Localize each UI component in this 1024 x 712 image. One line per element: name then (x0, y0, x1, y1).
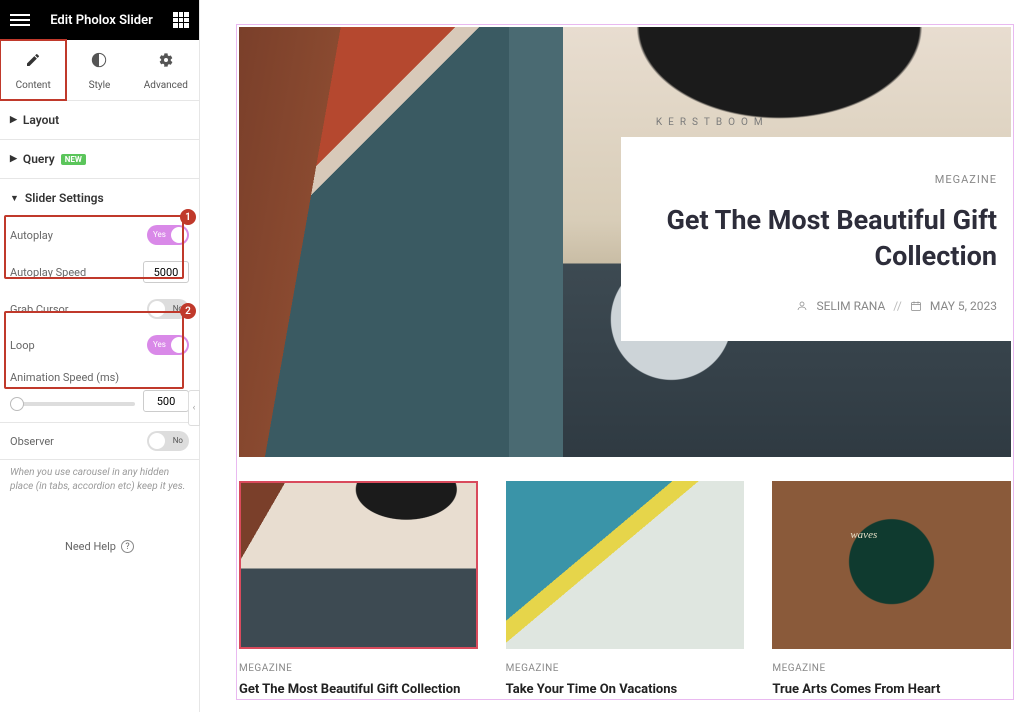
hero-content-card: MEGAZINE Get The Most Beautiful Gift Col… (621, 137, 1011, 341)
control-autoplay: Autoplay Yes (0, 217, 199, 253)
tab-content-label: Content (16, 80, 51, 91)
observer-help-text: When you use carousel in any hidden plac… (0, 460, 199, 500)
autoplay-toggle[interactable]: Yes (147, 225, 189, 245)
question-icon: ? (121, 540, 134, 553)
panel-query-head[interactable]: ▶ Query NEW (0, 140, 199, 178)
control-observer: Observer No (0, 423, 199, 460)
author-icon (796, 300, 808, 312)
collapse-sidebar-button[interactable]: ‹ (188, 390, 200, 426)
panel-slider-settings-label: Slider Settings (25, 191, 104, 205)
slider-thumb[interactable] (10, 397, 24, 411)
thumbnail-item[interactable]: MEGAZINE True Arts Comes From Heart (772, 481, 1011, 697)
thumbnail-category: MEGAZINE (772, 663, 1011, 674)
need-help-link[interactable]: Need Help ? (0, 500, 199, 593)
panel-layout-head[interactable]: ▶ Layout (0, 101, 199, 139)
tab-advanced-label: Advanced (144, 80, 188, 91)
grab-cursor-label: Grab Cursor (10, 303, 147, 316)
calendar-icon (910, 300, 922, 312)
thumbnail-image (239, 481, 478, 649)
preview-canvas: MEGAZINE Get The Most Beautiful Gift Col… (200, 0, 1024, 712)
panel-layout-label: Layout (23, 113, 59, 127)
pencil-icon (25, 52, 41, 68)
thumbnail-title: Get The Most Beautiful Gift Collection (239, 682, 478, 697)
thumbnail-item[interactable]: MEGAZINE Take Your Time On Vacations (506, 481, 745, 697)
editor-tabs: Content Style Advanced (0, 40, 199, 101)
menu-icon[interactable] (10, 14, 30, 26)
tab-advanced[interactable]: Advanced (133, 40, 199, 100)
caret-down-icon: ▼ (10, 193, 19, 204)
editor-sidebar: Edit Pholox Slider Content Style Advance… (0, 0, 200, 712)
caret-right-icon: ▶ (10, 115, 17, 125)
hero-author[interactable]: SELIM RANA (816, 299, 885, 313)
panel-query-label: Query (23, 152, 55, 166)
need-help-label: Need Help (65, 540, 116, 553)
loop-label: Loop (10, 339, 147, 352)
animation-speed-slider[interactable] (10, 402, 135, 406)
hero-date[interactable]: MAY 5, 2023 (930, 299, 997, 313)
panel-slider-settings: ▼ Slider Settings Autoplay Yes Autoplay … (0, 179, 199, 423)
panel-slider-settings-head[interactable]: ▼ Slider Settings (0, 179, 199, 217)
autoplay-label: Autoplay (10, 229, 147, 242)
sidebar-header: Edit Pholox Slider (0, 0, 199, 40)
half-circle-icon (91, 52, 107, 68)
thumbnail-category: MEGAZINE (239, 663, 478, 674)
thumbnail-category: MEGAZINE (506, 663, 745, 674)
animation-speed-label: Animation Speed (ms) (10, 371, 189, 384)
control-grab-cursor: Grab Cursor No (0, 291, 199, 327)
thumbnail-title: Take Your Time On Vacations (506, 682, 745, 697)
widget-title: Edit Pholox Slider (30, 13, 173, 28)
gear-icon (158, 52, 174, 68)
meta-separator: // (893, 299, 902, 313)
thumbnail-row: MEGAZINE Get The Most Beautiful Gift Col… (239, 481, 1011, 697)
autoplay-speed-input[interactable] (143, 261, 189, 283)
hero-meta: SELIM RANA // MAY 5, 2023 (645, 299, 997, 313)
annotation-badge-1: 1 (180, 209, 196, 225)
apps-icon[interactable] (173, 12, 189, 28)
control-loop: Loop Yes (0, 327, 199, 363)
widget-frame[interactable]: MEGAZINE Get The Most Beautiful Gift Col… (236, 24, 1014, 700)
tab-style[interactable]: Style (66, 40, 132, 100)
animation-speed-slider-row (0, 386, 199, 422)
observer-toggle[interactable]: No (147, 431, 189, 451)
caret-right-icon: ▶ (10, 154, 17, 164)
tab-content[interactable]: Content (0, 40, 66, 100)
thumbnail-title: True Arts Comes From Heart (772, 682, 1011, 697)
tab-style-label: Style (89, 80, 111, 91)
hero-category[interactable]: MEGAZINE (645, 173, 997, 186)
thumbnail-image (772, 481, 1011, 649)
animation-speed-input[interactable] (143, 390, 189, 412)
observer-label: Observer (10, 435, 147, 448)
thumbnail-image (506, 481, 745, 649)
new-badge: NEW (61, 154, 86, 165)
annotation-badge-2: 2 (180, 303, 196, 319)
control-animation-speed: Animation Speed (ms) (0, 363, 199, 386)
autoplay-speed-label: Autoplay Speed (10, 266, 143, 279)
loop-toggle[interactable]: Yes (147, 335, 189, 355)
control-autoplay-speed: Autoplay Speed (0, 253, 199, 291)
panel-layout: ▶ Layout (0, 101, 199, 140)
thumbnail-item[interactable]: MEGAZINE Get The Most Beautiful Gift Col… (239, 481, 478, 697)
panel-query: ▶ Query NEW (0, 140, 199, 179)
hero-title[interactable]: Get The Most Beautiful Gift Collection (645, 202, 997, 275)
hero-slide: MEGAZINE Get The Most Beautiful Gift Col… (239, 27, 1011, 457)
